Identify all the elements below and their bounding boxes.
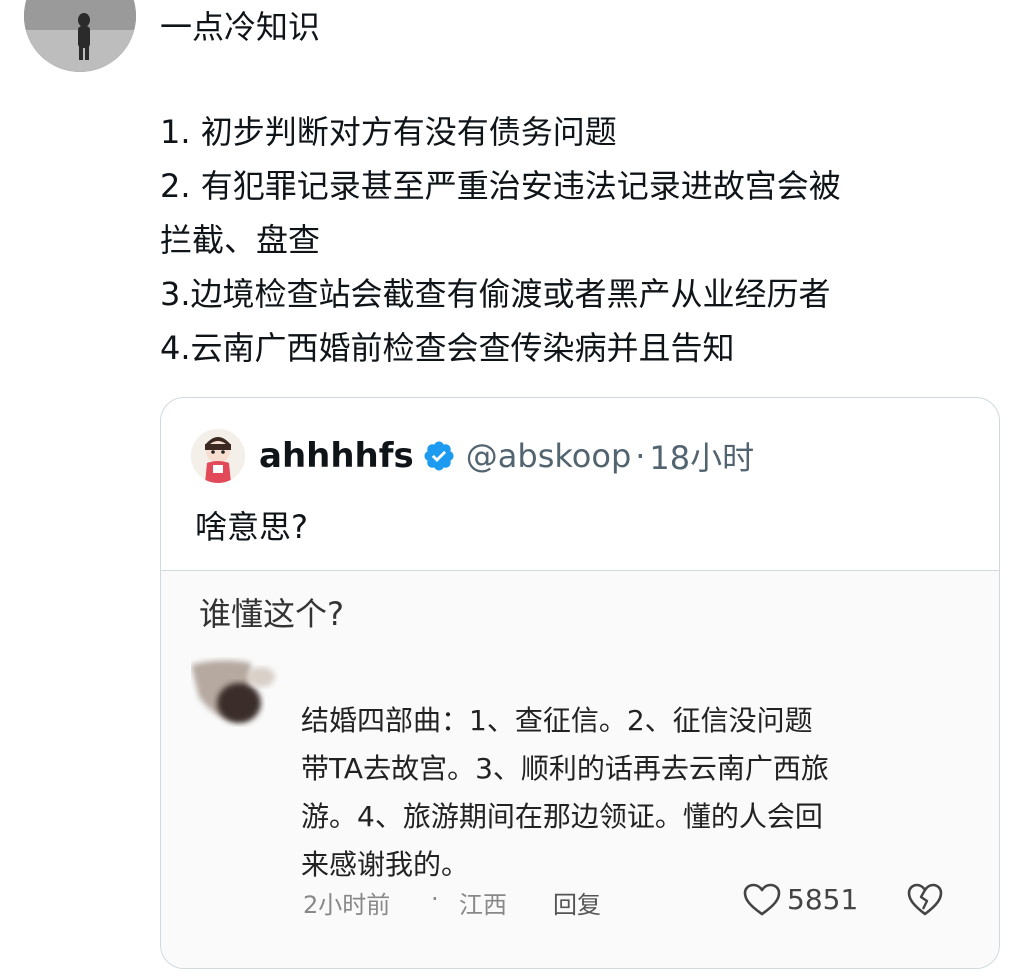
commenter-avatar-blurred (191, 660, 275, 723)
quote-header: ahhhhfs @abskoop · 18小时 (191, 429, 754, 483)
quote-author-avatar[interactable] (191, 429, 245, 483)
verified-badge-icon (424, 441, 454, 471)
quote-author-handle[interactable]: @abskoop (466, 437, 631, 475)
like-count: 5851 (787, 883, 859, 916)
comment-line-3: 游。4、旅游期间在那边领证。懂的人会回 (301, 800, 823, 833)
image-comment-footer: 2小时前 · 江西 回复 5851 (303, 881, 963, 921)
post-line-2: 2. 有犯罪记录甚至严重治安违法记录进故宫会被 (160, 167, 841, 205)
comment-time: 2小时前 (303, 891, 391, 919)
quote-attached-image[interactable]: 谁懂这个? 结婚四部曲：1、查征信。2、征信没问题 带TA去故宫。3、顺利的话再… (161, 570, 999, 968)
comment-separator: · (431, 885, 439, 913)
image-comment-text: 结婚四部曲：1、查征信。2、征信没问题 带TA去故宫。3、顺利的话再去云南广西旅… (301, 697, 921, 889)
post-line-3: 拦截、盘查 (160, 221, 321, 259)
comment-location: 江西 (459, 891, 507, 919)
quote-timestamp[interactable]: 18小时 (649, 433, 754, 479)
heart-icon (743, 883, 781, 916)
comment-reply-label: 回复 (553, 891, 601, 919)
post-title: 一点冷知识 (160, 8, 321, 46)
post-line-1: 1. 初步判断对方有没有债务问题 (160, 113, 617, 151)
comment-line-2: 带TA去故宫。3、顺利的话再去云南广西旅 (301, 752, 829, 785)
quote-body-text: 啥意思? (195, 508, 308, 546)
post-text: 一点冷知识 1. 初步判断对方有没有债务问题 2. 有犯罪记录甚至严重治安违法记… (160, 0, 1000, 375)
separator-dot: · (635, 437, 646, 475)
image-question-text: 谁懂这个? (199, 595, 344, 633)
quote-author-name[interactable]: ahhhhfs (259, 436, 414, 476)
post-line-5: 4.云南广西婚前检查会查传染病并且告知 (160, 329, 735, 367)
post-line-4: 3.边境检查站会截查有偷渡或者黑产从业经历者 (160, 275, 831, 313)
comment-line-1: 结婚四部曲：1、查征信。2、征信没问题 (301, 704, 813, 737)
user-avatar[interactable] (24, 0, 136, 72)
broken-heart-icon (907, 883, 943, 916)
quoted-post-card[interactable]: ahhhhfs @abskoop · 18小时 啥意思? 谁懂这个? 结婚四部曲… (160, 397, 1000, 969)
